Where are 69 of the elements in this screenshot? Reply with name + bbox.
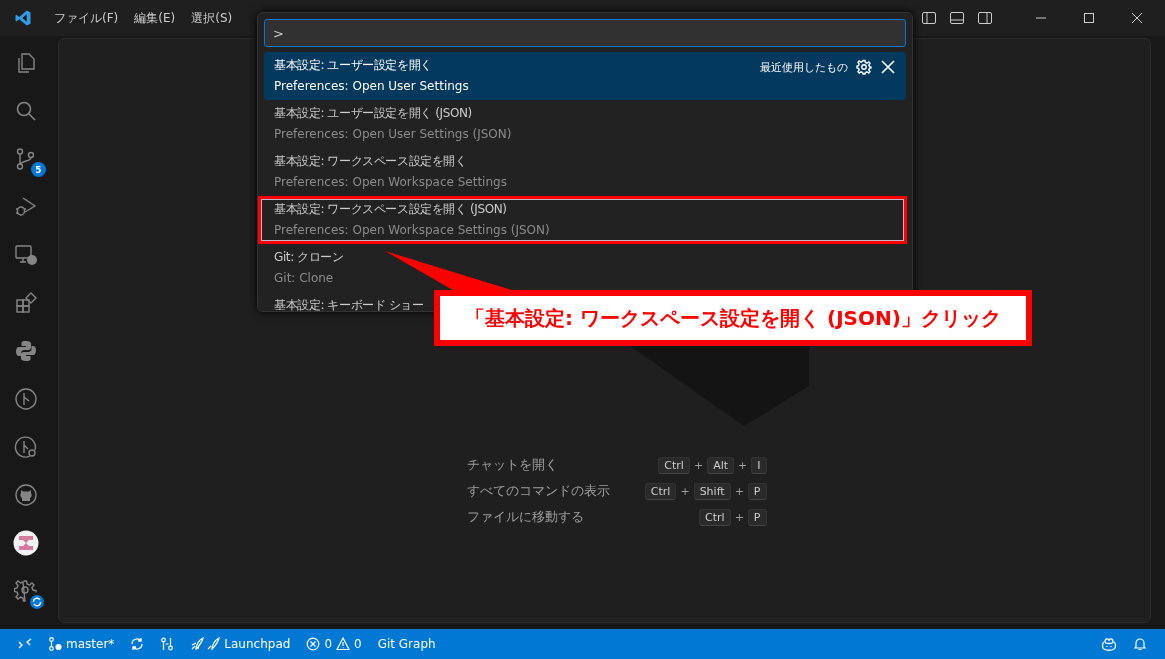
branch-icon [48,637,62,651]
settings-icon[interactable] [14,579,38,603]
launchpad-item[interactable]: Launchpad [190,637,291,651]
command-detail: Preferences: Open Workspace Settings (JSON) [274,223,550,237]
command-label: 基本設定: ワークスペース設定を開く (JSON) [274,201,508,218]
app-logo-icon [14,9,32,27]
command-item[interactable]: 基本設定: ワークスペース設定を開く (JSON) Preferences: Open Workspace Settings (JSON) [264,196,906,244]
keyboard-key: Ctrl [699,508,731,526]
python-icon[interactable] [14,339,38,363]
command-label: 基本設定: ワークスペース設定を開く [274,153,468,170]
command-input[interactable]: > [264,19,906,47]
plus-sign: + [738,458,748,472]
close-icon[interactable] [1131,12,1143,24]
shortcut-label: チャットを開く [466,456,558,474]
keyboard-key: P [747,482,767,500]
error-icon [306,637,321,651]
keyboard-key: Alt [707,456,735,474]
callout-label: 「基本設定: ワークスペース設定を開く (JSON)」クリック [434,290,1032,346]
maximize-icon[interactable] [1083,12,1095,24]
warning-count: 0 [354,637,362,651]
error-count: 0 [324,637,332,651]
run-debug-icon[interactable] [14,195,38,219]
recently-used-label: 最近使用したもの [760,59,848,75]
problems-indicator[interactable]: 0 0 [306,637,362,651]
keyboard-key: I [751,456,767,474]
notifications-icon[interactable] [1133,637,1147,651]
keyboard-key: Ctrl [644,482,677,500]
command-item[interactable]: 基本設定: ワークスペース設定を開く Preferences: Open Workspace Settings [264,148,906,196]
warning-icon [336,637,350,651]
command-label: Git: クローン [274,249,344,266]
keyboard-key: Ctrl [658,456,690,474]
git-graph-item[interactable]: Git Graph [377,637,436,651]
github-icon[interactable] [14,483,38,507]
plus-sign: + [734,510,744,524]
menu-item[interactable]: ファイル(F) [46,9,127,27]
menu-item[interactable]: 編集(E) [126,9,184,27]
remote-icon[interactable] [18,637,32,651]
git-graph-icon[interactable] [14,387,38,411]
search-icon[interactable] [14,99,38,123]
command-detail: Preferences: Open Workspace Settings [274,175,507,189]
sync-icon[interactable] [130,637,145,651]
copilot-icon[interactable] [1101,637,1117,651]
git-lens-icon[interactable] [14,435,38,459]
account-avatar-icon[interactable] [13,530,39,556]
extensions-icon[interactable] [14,291,38,315]
layout-sidebar-icon[interactable] [921,10,937,26]
branch-indicator[interactable]: master* [48,637,115,651]
command-item[interactable]: 基本設定: ユーザー設定を開く (JSON) Preferences: Open User Settings (JSON) [264,100,906,148]
layout-secondary-sidebar-icon[interactable] [977,10,993,26]
menu-item[interactable]: 選択(S) [183,9,241,27]
command-detail: Preferences: Open User Settings [274,79,469,93]
count-badge: 5 [31,162,46,177]
command-label: 基本設定: ユーザー設定を開く (JSON) [274,105,473,122]
shortcut-label: ファイルに移動する [466,508,584,526]
keyboard-key: Shift [693,482,731,500]
command-item[interactable]: Git: クローン Git: Clone [264,244,906,292]
command-detail: Preferences: Open User Settings (JSON) [274,127,512,141]
command-detail: Git: Clone [274,271,335,285]
sync-badge-icon [30,595,44,609]
keyboard-key: P [747,508,767,526]
rocket-icon [190,637,221,651]
plus-sign: + [680,484,690,498]
compare-icon[interactable] [160,637,175,651]
layout-panel-icon[interactable] [949,10,965,26]
command-label: 基本設定: ユーザー設定を開く [274,57,433,74]
plus-sign: + [693,458,704,472]
shortcut-label: すべてのコマンドの表示 [466,482,610,500]
plus-sign: + [734,484,744,498]
remote-explorer-icon[interactable] [14,243,38,267]
